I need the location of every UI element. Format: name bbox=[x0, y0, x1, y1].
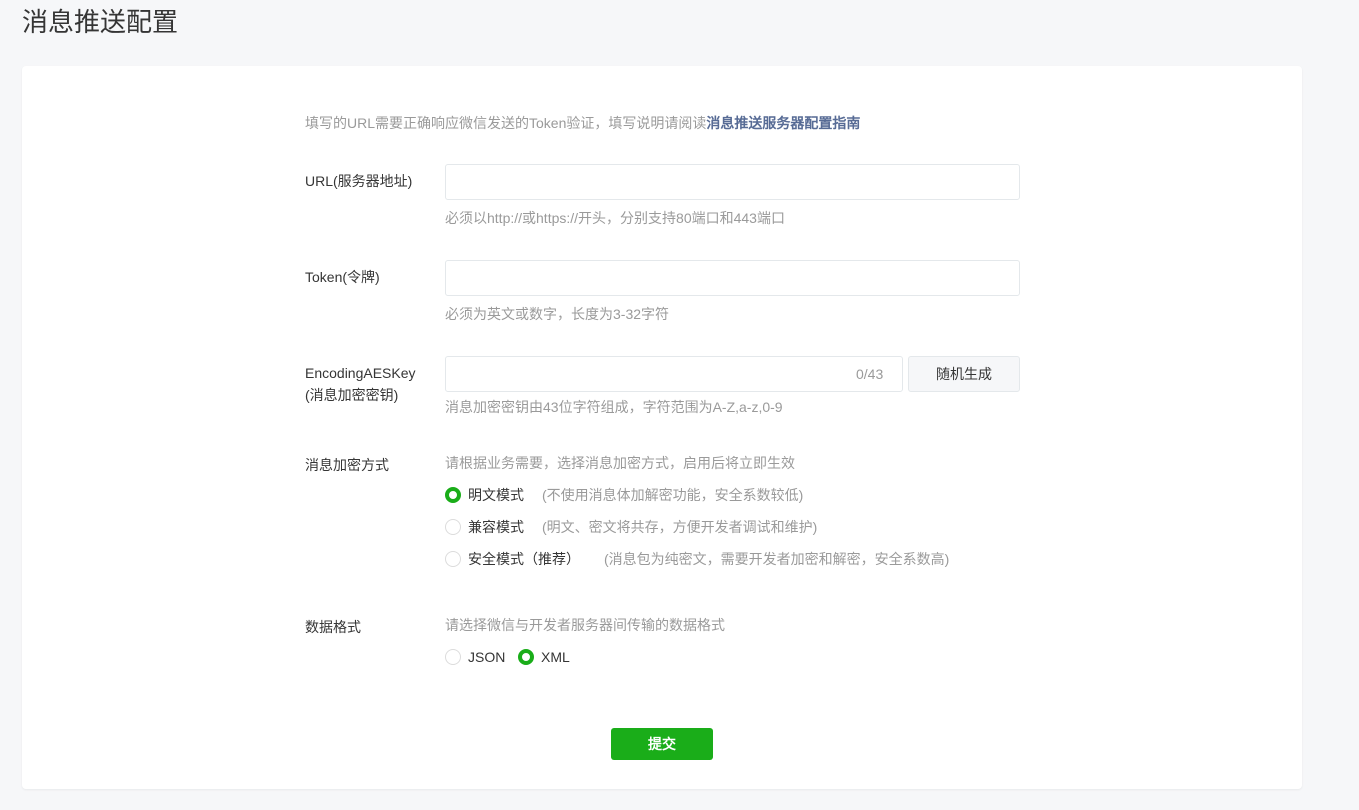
radio-unchecked-icon[interactable] bbox=[445, 649, 461, 665]
encryption-option-desc: (明文、密文将共存，方便开发者调试和维护) bbox=[542, 519, 818, 535]
url-input[interactable] bbox=[445, 164, 1020, 200]
radio-checked-icon[interactable] bbox=[445, 487, 461, 503]
encryption-option-label: 安全模式（推荐） bbox=[468, 551, 580, 567]
data-format-option-label: XML bbox=[541, 649, 570, 665]
encryption-option-secure[interactable]: 安全模式（推荐） (消息包为纯密文，需要开发者加密和解密，安全系数高) bbox=[445, 548, 949, 570]
aes-key-input[interactable] bbox=[445, 356, 903, 392]
token-input[interactable] bbox=[445, 260, 1020, 296]
encryption-option-label: 明文模式 bbox=[468, 487, 524, 503]
radio-checked-icon[interactable] bbox=[518, 649, 534, 665]
token-hint: 必须为英文或数字，长度为3-32字符 bbox=[445, 306, 670, 322]
encryption-option-plain[interactable]: 明文模式 (不使用消息体加解密功能，安全系数较低) bbox=[445, 484, 803, 506]
data-format-hint: 请选择微信与开发者服务器间传输的数据格式 bbox=[445, 617, 725, 633]
page-title: 消息推送配置 bbox=[22, 7, 179, 37]
radio-unchecked-icon[interactable] bbox=[445, 519, 461, 535]
encryption-option-desc: (消息包为纯密文，需要开发者加密和解密，安全系数高) bbox=[604, 551, 950, 567]
encryption-hint: 请根据业务需要，选择消息加密方式，启用后将立即生效 bbox=[445, 455, 795, 471]
aes-key-hint: 消息加密密钥由43位字符组成，字符范围为A-Z,a-z,0-9 bbox=[445, 399, 783, 415]
aes-key-label-line2: (消息加密密钥) bbox=[305, 387, 399, 403]
guide-tip-text: 填写的URL需要正确响应微信发送的Token验证，填写说明请阅读 bbox=[305, 115, 707, 131]
url-hint: 必须以http://或https://开头，分别支持80端口和443端口 bbox=[445, 210, 785, 226]
encryption-label: 消息加密方式 bbox=[305, 457, 389, 473]
encryption-option-desc: (不使用消息体加解密功能，安全系数较低) bbox=[542, 487, 804, 503]
token-label: Token(令牌) bbox=[305, 269, 380, 285]
guide-link[interactable]: 消息推送服务器配置指南 bbox=[706, 115, 860, 131]
data-format-label: 数据格式 bbox=[305, 619, 361, 635]
config-card: 填写的URL需要正确响应微信发送的Token验证，填写说明请阅读消息推送服务器配… bbox=[22, 66, 1302, 789]
aes-key-counter: 0/43 bbox=[856, 366, 884, 382]
data-format-option-json[interactable]: JSON bbox=[445, 646, 505, 668]
submit-button[interactable]: 提交 bbox=[611, 728, 713, 760]
data-format-option-label: JSON bbox=[468, 649, 506, 665]
aes-key-label-line1: EncodingAESKey bbox=[305, 365, 416, 381]
url-label: URL(服务器地址) bbox=[305, 173, 413, 189]
guide-tip: 填写的URL需要正确响应微信发送的Token验证，填写说明请阅读消息推送服务器配… bbox=[305, 113, 860, 133]
radio-unchecked-icon[interactable] bbox=[445, 551, 461, 567]
generate-key-button[interactable]: 随机生成 bbox=[908, 356, 1020, 392]
encryption-option-compatible[interactable]: 兼容模式 (明文、密文将共存，方便开发者调试和维护) bbox=[445, 516, 817, 538]
data-format-option-xml[interactable]: XML bbox=[518, 646, 570, 668]
encryption-option-label: 兼容模式 bbox=[468, 519, 524, 535]
